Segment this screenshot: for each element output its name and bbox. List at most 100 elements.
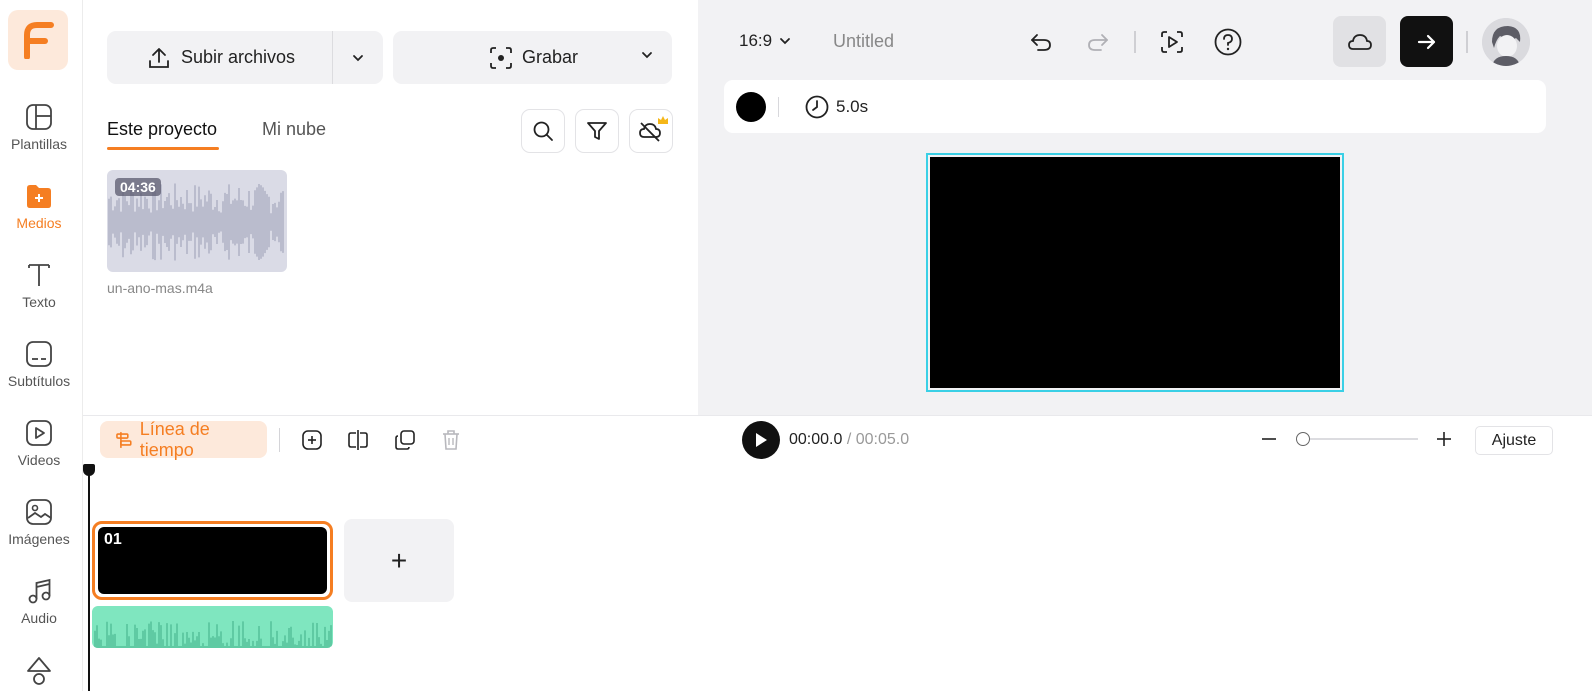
cloud-icon [1347,33,1372,50]
upload-options-dropdown[interactable] [333,31,383,84]
sidebar-item-plantillas[interactable]: Plantillas [0,102,78,172]
sidebar-item-elements[interactable] [0,655,78,691]
upload-files-button[interactable]: Subir archivos [107,31,332,84]
cloud-save-button[interactable] [1333,16,1386,67]
video-canvas-frame[interactable] [926,153,1344,392]
upload-files-label: Subir archivos [181,47,296,67]
chevron-down-icon [353,54,364,61]
properties-bar: 5.0s [724,80,1546,133]
fit-button[interactable]: Ajuste [1475,426,1553,455]
sidebar-item-label: Texto [22,294,56,310]
tab-label: Este proyecto [107,119,218,139]
video-preview-icon [1161,31,1183,53]
zoom-in-button[interactable] [1433,428,1455,450]
arrow-right-icon [1417,34,1435,49]
chevron-down-icon [780,38,790,45]
shapes-icon [27,657,51,685]
add-scene-symbol: + [390,544,408,576]
tab-mi-nube[interactable]: Mi nube [262,119,326,140]
duplicate-button[interactable] [390,426,420,454]
media-folder-icon [27,185,51,208]
media-item-audio[interactable]: 04:36 [107,170,287,272]
crown-icon [658,116,668,124]
minus-icon [1262,438,1276,440]
chevron-down-icon[interactable] [640,48,654,62]
active-tab-indicator [107,147,219,150]
timeline-divider [279,428,280,452]
sidebar-item-label: Subtítulos [7,373,71,389]
timeline-toggle-label: Línea de tiempo [139,418,210,460]
image-icon [26,499,52,525]
sidebar-item-label: Medios [16,215,62,231]
redo-icon [1088,34,1108,51]
clock-icon [805,95,829,119]
zoom-slider-track[interactable] [1298,438,1418,440]
aspect-ratio-value: 16:9 [739,31,773,50]
split-button[interactable] [343,426,373,454]
toolbar-divider [1466,31,1468,53]
tab-label: Mi nube [262,119,327,139]
property-divider [778,97,779,117]
delete-button[interactable] [436,426,466,454]
video-canvas [930,157,1340,388]
audio-clip-waveform [94,621,332,648]
avatar-icon [1482,18,1530,66]
audio-track-clip[interactable] [92,606,333,648]
left-sidebar: Plantillas Medios Texto Subtítulos Video… [0,0,83,691]
preview-video-button[interactable] [1155,25,1189,59]
media-filename: un-ano-mas.m4a [107,280,213,296]
tab-este-proyecto[interactable]: Este proyecto [107,119,219,150]
sidebar-item-subtitulos[interactable]: Subtítulos [0,339,78,409]
undo-button[interactable] [1024,25,1058,59]
search-icon [533,121,553,141]
sidebar-item-texto[interactable]: Texto [0,260,78,330]
project-title[interactable]: Untitled [833,31,894,52]
sidebar-item-audio[interactable]: Audio [0,576,78,646]
record-label: Grabar [522,47,579,67]
redo-button[interactable] [1081,25,1115,59]
scene-duration[interactable]: 5.0s [804,94,868,120]
playhead-line [88,470,90,691]
add-scene-button[interactable]: + [344,519,454,602]
zoom-out-button[interactable] [1258,428,1280,450]
split-icon [348,430,368,450]
total-time: / 00:05.0 [846,431,910,448]
upload-icon [149,47,169,68]
media-duration-badge: 04:36 [115,178,161,196]
cloud-sync-premium-button[interactable] [629,109,673,153]
zoom-slider-handle[interactable] [1296,432,1310,446]
sidebar-item-medios[interactable]: Medios [0,181,78,251]
play-button[interactable] [742,421,780,459]
upload-files-button-group: Subir archivos [107,31,383,84]
record-button[interactable]: Grabar [393,31,672,84]
fliki-logo-icon[interactable] [8,10,68,70]
export-button[interactable] [1400,16,1453,67]
search-button[interactable] [521,109,565,153]
play-icon [756,433,767,447]
timeline-toggle-button[interactable]: Línea de tiempo [100,418,267,460]
sidebar-item-label: Imágenes [8,531,70,547]
scene-duration-value: 5.0s [836,97,869,116]
background-color-swatch[interactable] [736,92,766,122]
user-avatar[interactable] [1482,18,1530,66]
sidebar-item-imagenes[interactable]: Imágenes [0,497,78,567]
help-button[interactable] [1211,25,1245,59]
timeline-icon [116,431,132,448]
scene-number: 01 [104,531,122,548]
filter-button[interactable] [575,109,619,153]
templates-icon [26,104,52,130]
music-icon [28,578,51,604]
scene-clip[interactable]: 01 [92,521,333,600]
help-icon [1214,28,1242,56]
toolbar-divider [1134,31,1136,53]
subtitles-icon [26,341,52,367]
text-icon [28,264,50,286]
record-screen-icon [490,46,512,69]
playback-time: 00:00.0 / 00:05.0 [789,431,909,449]
undo-icon [1031,34,1051,51]
plus-icon [1437,432,1451,446]
sidebar-item-videos[interactable]: Videos [0,418,78,488]
add-square-icon [302,430,322,450]
add-scene-tool-button[interactable] [297,426,327,454]
aspect-ratio-dropdown[interactable]: 16:9 [739,31,792,51]
